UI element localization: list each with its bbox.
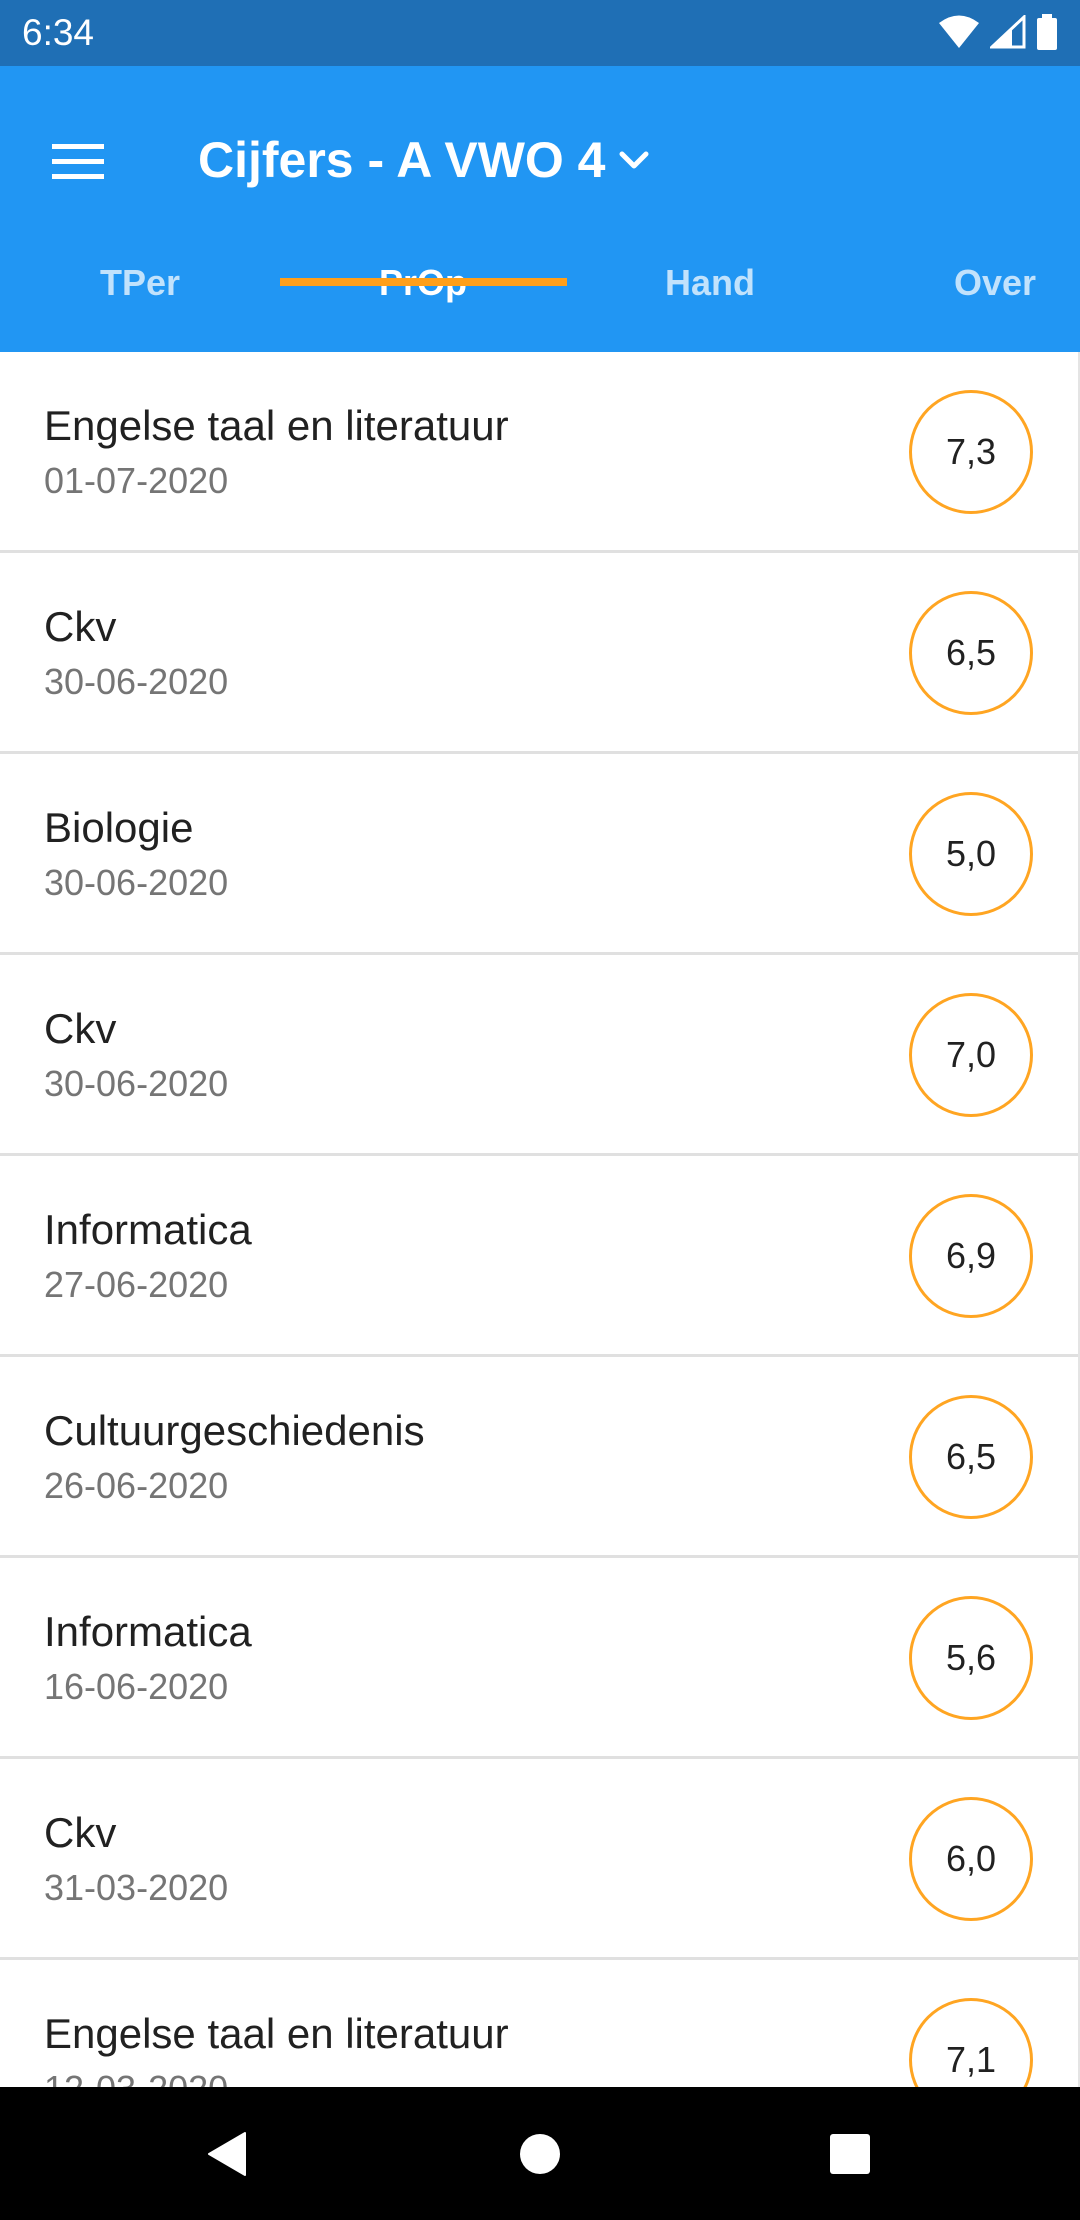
title-dropdown[interactable]: Cijfers - A VWO 4: [198, 110, 651, 210]
tab-hand[interactable]: Hand: [570, 210, 850, 352]
grade-subject: Ckv: [44, 1005, 117, 1052]
page-title: Cijfers - A VWO 4: [198, 132, 606, 188]
grade-date: 16-06-2020: [44, 1666, 229, 1707]
navigation-bar: [0, 2087, 1080, 2220]
grade-row[interactable]: Biologie 30-06-2020 5,0: [0, 754, 1078, 955]
grade-badge: 7,1: [909, 1998, 1033, 2087]
grade-date: 26-06-2020: [44, 1465, 229, 1506]
grade-badge: 7,3: [909, 390, 1033, 514]
grade-subject: Informatica: [44, 1608, 252, 1655]
status-bar: 6:34: [0, 0, 1080, 66]
grade-badge: 6,0: [909, 1797, 1033, 1921]
back-button[interactable]: [167, 2087, 287, 2220]
grade-subject: Engelse taal en literatuur: [44, 2010, 509, 2057]
grade-badge: 6,5: [909, 1395, 1033, 1519]
grade-row[interactable]: Engelse taal en literatuur 01-07-2020 7,…: [0, 352, 1078, 553]
grade-badge: 5,6: [909, 1596, 1033, 1720]
grade-badge: 5,0: [909, 792, 1033, 916]
grade-row[interactable]: Informatica 16-06-2020 5,6: [0, 1558, 1078, 1759]
grade-badge: 6,9: [909, 1194, 1033, 1318]
grade-row[interactable]: Ckv 30-06-2020 6,5: [0, 553, 1078, 754]
grade-subject: Engelse taal en literatuur: [44, 402, 509, 449]
grade-date: 01-07-2020: [44, 460, 229, 501]
grade-subject: Ckv: [44, 603, 117, 650]
tab-label: Hand: [665, 262, 755, 303]
chevron-down-icon: [619, 151, 649, 169]
tab-over[interactable]: Over: [855, 210, 1080, 352]
tab-tper[interactable]: TPer: [0, 210, 280, 352]
grade-subject: Informatica: [44, 1206, 252, 1253]
wifi-icon: [939, 15, 979, 48]
grade-subject: Cultuurgeschiedenis: [44, 1407, 425, 1454]
back-icon: [208, 2131, 246, 2176]
grade-row[interactable]: Ckv 30-06-2020 7,0: [0, 955, 1078, 1156]
signal-icon: [990, 15, 1026, 49]
grade-subject: Ckv: [44, 1809, 117, 1856]
menu-icon[interactable]: [40, 124, 116, 200]
grade-date: 30-06-2020: [44, 1063, 229, 1104]
grade-date: 31-03-2020: [44, 1867, 229, 1908]
battery-icon: [1037, 14, 1057, 50]
grade-row[interactable]: Engelse taal en literatuur 12-03-2020 7,…: [0, 1960, 1078, 2087]
grade-row[interactable]: Informatica 27-06-2020 6,9: [0, 1156, 1078, 1357]
recents-button[interactable]: [790, 2087, 910, 2220]
home-button[interactable]: [480, 2087, 600, 2220]
grade-row[interactable]: Ckv 31-03-2020 6,0: [0, 1759, 1078, 1960]
grade-badge: 6,5: [909, 591, 1033, 715]
grade-date: 30-06-2020: [44, 862, 229, 903]
grade-list[interactable]: Engelse taal en literatuur 01-07-2020 7,…: [0, 352, 1080, 2087]
tab-label: TPer: [99, 262, 181, 303]
recents-icon: [830, 2133, 870, 2174]
home-icon: [520, 2133, 560, 2174]
grade-date: 12-03-2020: [44, 2068, 228, 2087]
grade-row[interactable]: Cultuurgeschiedenis 26-06-2020 6,5: [0, 1357, 1078, 1558]
grade-badge: 7,0: [909, 993, 1033, 1117]
status-icons: [938, 14, 1058, 50]
grade-date: 30-06-2020: [44, 661, 229, 702]
status-time: 6:34: [22, 12, 95, 53]
grade-date: 27-06-2020: [44, 1264, 229, 1305]
tab-indicator: [280, 278, 567, 286]
tab-label: Over: [953, 262, 1037, 303]
grade-subject: Biologie: [44, 804, 194, 851]
